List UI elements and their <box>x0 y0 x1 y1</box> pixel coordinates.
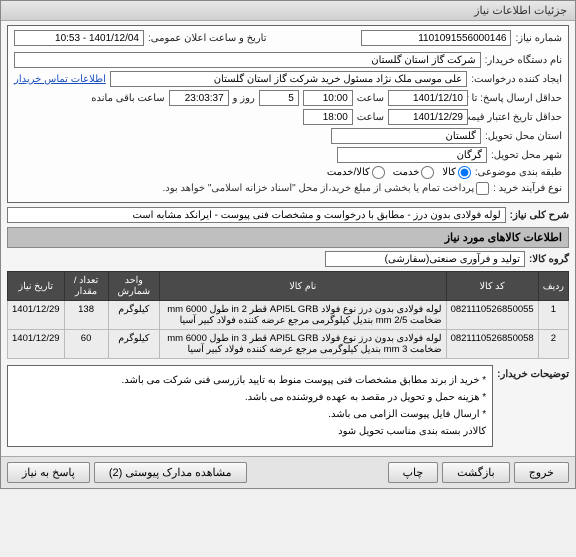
label-buyer-notes: توضیحات خریدار: <box>497 365 569 380</box>
field-goods-group: تولید و فرآوری صنعتی(سفارشی) <box>325 251 525 267</box>
radio-goods-service[interactable]: کالا/خدمت <box>327 166 385 179</box>
window-titlebar: جزئیات اطلاعات نیاز <box>1 1 575 21</box>
radio-gs-label: کالا/خدمت <box>327 167 370 178</box>
cell-date: 1401/12/29 <box>8 301 65 330</box>
radio-goods[interactable]: کالا <box>442 166 471 179</box>
cell-qty: 138 <box>64 301 108 330</box>
link-buyer-contact[interactable]: اطلاعات تماس خریدار <box>14 74 106 85</box>
field-deadline-days: 5 <box>259 90 299 106</box>
label-validity: حداقل تاریخ اعتبار قیمت تا تاریخ: <box>472 112 562 123</box>
back-button[interactable]: بازگشت <box>442 462 510 483</box>
radio-goods-service-input[interactable] <box>372 166 385 179</box>
view-docs-button[interactable]: مشاهده مدارک پیوستی (2) <box>94 462 247 483</box>
field-pub-datetime: 1401/12/04 - 10:53 <box>14 30 144 46</box>
cell-row: 2 <box>538 330 568 359</box>
radio-service-input[interactable] <box>421 166 434 179</box>
label-days-and: روز و <box>233 93 255 104</box>
cell-code: 0821110526850058 <box>446 330 538 359</box>
field-remain-time: 23:03:37 <box>169 90 229 106</box>
th-row: ردیف <box>538 272 568 301</box>
label-buy-process: نوع فرآیند خرید : <box>493 183 562 194</box>
buy-process-note: پرداخت تمام یا بخشی از مبلغ خرید،از محل … <box>163 183 475 194</box>
cell-qty: 60 <box>64 330 108 359</box>
field-deadline-date: 1401/12/10 <box>388 90 468 106</box>
field-requester: علی موسی ملک نژاد مسئول خرید شرکت گاز اس… <box>110 71 467 87</box>
field-need-desc: لوله فولادی بدون درز - مطابق با درخواست … <box>7 207 506 223</box>
footer-buttons: پاسخ به نیاز مشاهده مدارک پیوستی (2) چاپ… <box>1 456 575 488</box>
cell-date: 1401/12/29 <box>8 330 65 359</box>
field-buyer-org: شرکت گاز استان گلستان <box>14 52 481 68</box>
table-row[interactable]: 2 0821110526850058 لوله فولادی بدون درز … <box>8 330 569 359</box>
check-buy-input[interactable] <box>476 182 489 195</box>
label-buyer-org: نام دستگاه خریدار: <box>485 55 562 66</box>
field-deadline-hour: 10:00 <box>303 90 353 106</box>
radio-group-category: کالا خدمت کالا/خدمت <box>327 166 471 179</box>
view-docs-count: (2) <box>109 467 122 479</box>
reply-button[interactable]: پاسخ به نیاز <box>7 462 90 483</box>
label-province: استان محل تحویل: <box>485 131 562 142</box>
label-hour-2: ساعت <box>357 112 384 123</box>
radio-service[interactable]: خدمت <box>393 166 435 179</box>
cell-name: لوله فولادی بدون درز نوع فولاد API5L GRB… <box>160 301 447 330</box>
th-date: تاریخ نیاز <box>8 272 65 301</box>
label-goods-group: گروه کالا: <box>529 254 569 265</box>
cell-row: 1 <box>538 301 568 330</box>
field-city: گرگان <box>337 147 487 163</box>
cell-unit: کیلوگرم <box>108 301 159 330</box>
section-identify: شماره نیاز: 1101091556000146 تاریخ و ساع… <box>7 25 569 203</box>
field-need-no: 1101091556000146 <box>361 30 511 46</box>
print-button[interactable]: چاپ <box>388 462 439 483</box>
cell-unit: کیلوگرم <box>108 330 159 359</box>
field-validity-date: 1401/12/29 <box>388 109 468 125</box>
radio-goods-input[interactable] <box>458 166 471 179</box>
radio-goods-label: کالا <box>442 167 456 178</box>
field-province: گلستان <box>331 128 481 144</box>
check-buy-process[interactable]: پرداخت تمام یا بخشی از مبلغ خرید،از محل … <box>163 182 490 195</box>
view-docs-label: مشاهده مدارک پیوستی <box>125 467 231 479</box>
label-category: طبقه بندی موضوعی: <box>475 167 562 178</box>
label-need-desc: شرح کلی نیاز: <box>510 210 569 221</box>
th-qty: تعداد / مقدار <box>64 272 108 301</box>
th-code: کد کالا <box>446 272 538 301</box>
label-deadline: حداقل ارسال پاسخ: تا تاریخ: <box>472 93 562 104</box>
goods-info-heading: اطلاعات کالاهای مورد نیاز <box>7 227 569 248</box>
th-unit: واحد شمارش <box>108 272 159 301</box>
field-validity-hour: 18:00 <box>303 109 353 125</box>
cell-code: 0821110526850055 <box>446 301 538 330</box>
label-pub-datetime: تاریخ و ساعت اعلان عمومی: <box>148 33 267 44</box>
label-city: شهر محل تحویل: <box>491 150 562 161</box>
label-need-no: شماره نیاز: <box>515 33 562 44</box>
form-area: شماره نیاز: 1101091556000146 تاریخ و ساع… <box>1 21 575 456</box>
buyer-notes-box: * خرید از برند مطابق مشخصات فنی پیوست من… <box>7 365 493 447</box>
window: جزئیات اطلاعات نیاز شماره نیاز: 11010915… <box>0 0 576 489</box>
th-name: نام کالا <box>160 272 447 301</box>
table-row[interactable]: 1 0821110526850055 لوله فولادی بدون درز … <box>8 301 569 330</box>
cell-name: لوله فولادی بدون درز نوع فولاد API5L GRB… <box>160 330 447 359</box>
label-remain: ساعت باقی مانده <box>91 93 164 104</box>
window-title: جزئیات اطلاعات نیاز <box>474 5 567 17</box>
radio-service-label: خدمت <box>393 167 420 178</box>
goods-table: ردیف کد کالا نام کالا واحد شمارش تعداد /… <box>7 271 569 359</box>
label-hour-1: ساعت <box>357 93 384 104</box>
label-requester: ایجاد کننده درخواست: <box>471 74 562 85</box>
exit-button[interactable]: خروج <box>514 462 569 483</box>
